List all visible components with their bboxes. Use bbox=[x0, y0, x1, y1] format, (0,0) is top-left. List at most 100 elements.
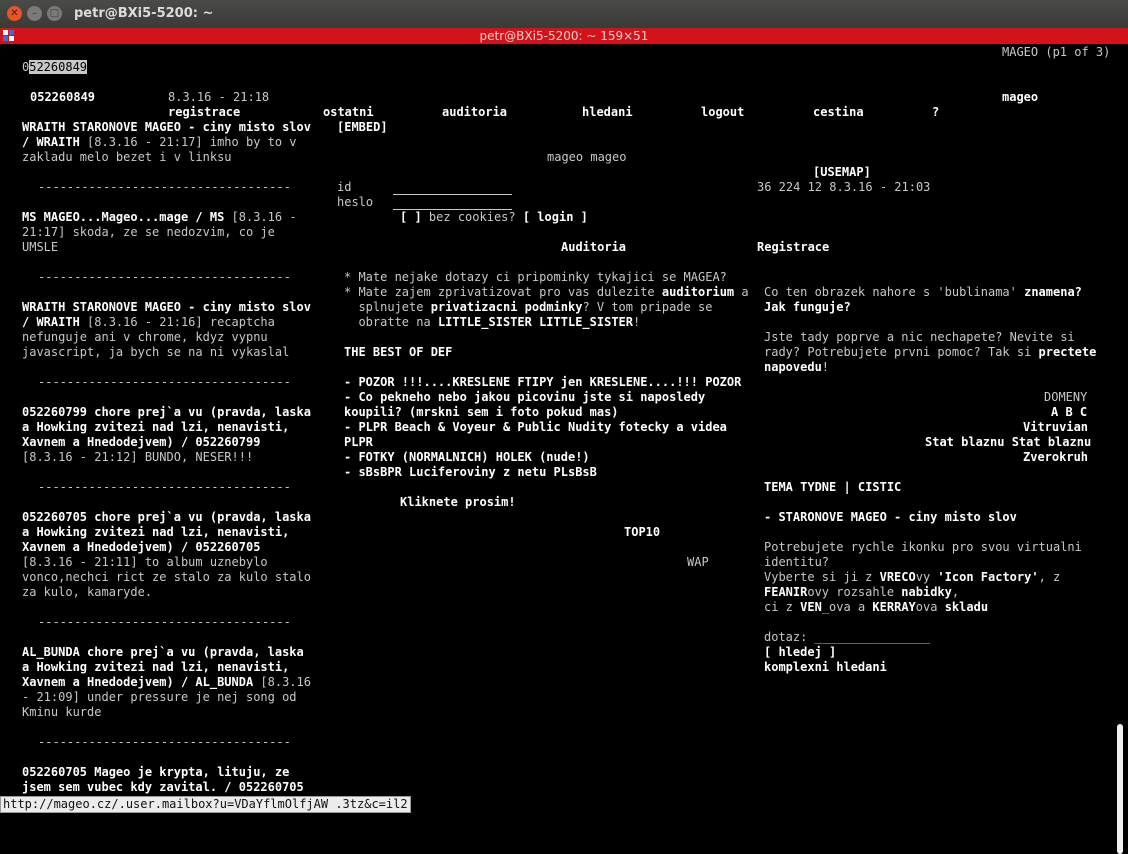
heslo-label: heslo bbox=[337, 195, 374, 209]
terminal-icon bbox=[3, 30, 15, 42]
kerray-link[interactable]: KERRAY bbox=[872, 600, 915, 614]
kliknete-link[interactable]: Kliknete prosim! bbox=[400, 495, 516, 510]
registrace-heading[interactable]: Registrace bbox=[757, 240, 829, 255]
embed-placeholder: [EMBED] bbox=[337, 120, 388, 134]
domain-stat-blaznu[interactable]: Stat blaznu Stat blaznu bbox=[925, 435, 1091, 450]
url-input[interactable]: 052260849 bbox=[22, 60, 88, 75]
post-1-text: [8.3.16 - 21:17] imho by to v bbox=[79, 135, 297, 149]
ven-link[interactable]: VEN bbox=[800, 600, 822, 614]
best-link-2b[interactable]: koupili? (mrskni sem i foto pokud mas) bbox=[344, 405, 619, 420]
header-datetime: 8.3.16 - 21:18 bbox=[168, 90, 270, 104]
status-bar-url: http://mageo.cz/.user.mailbox?u=VDaYflmO… bbox=[0, 796, 411, 813]
vreco-link[interactable]: VRECO bbox=[880, 570, 916, 584]
nav-cestina[interactable]: cestina bbox=[813, 105, 864, 120]
best-link-3[interactable]: - PLPR Beach & Voyeur & Public Nudity fo… bbox=[344, 420, 727, 435]
close-window-button[interactable]: ✕ bbox=[7, 6, 22, 21]
post-6-title[interactable]: AL_BUNDA chore prej`a vu (pravda, laska bbox=[22, 645, 304, 660]
post-1-author[interactable]: / WRAITH bbox=[22, 135, 80, 149]
scrollbar-thumb[interactable] bbox=[1117, 724, 1123, 854]
nabidky-link[interactable]: nabidky bbox=[901, 585, 952, 599]
id-field[interactable] bbox=[393, 180, 512, 195]
tema-tydne[interactable]: TEMA TYDNE | CISTIC bbox=[764, 480, 901, 495]
znamena-link[interactable]: znamena? bbox=[1024, 285, 1082, 299]
post-1-title[interactable]: WRAITH STARONOVE MAGEO - ciny misto slov bbox=[22, 120, 311, 135]
nav-auditoria[interactable]: auditoria bbox=[442, 105, 507, 120]
post-7-title-2[interactable]: jsem sem vubec kdy zavital. / 052260705 bbox=[22, 780, 304, 795]
feanir-link[interactable]: FEANIR bbox=[764, 585, 807, 599]
post-2-line2: 21:17] skoda, ze se nedozvim, co je bbox=[22, 225, 275, 239]
post-4-title-2[interactable]: a Howking zvitezi nad lzi, nenavisti, bbox=[22, 420, 289, 435]
auditoria-heading[interactable]: Auditoria bbox=[561, 240, 626, 255]
best-link-3b[interactable]: PLPR bbox=[344, 435, 373, 450]
nav-ostatni[interactable]: ostatni bbox=[323, 105, 374, 120]
post-5-title-3[interactable]: Xavnem a Hnedodejvem) / 052260705 bbox=[22, 540, 260, 555]
skladu-link[interactable]: skladu bbox=[945, 600, 988, 614]
maximize-window-button[interactable]: □ bbox=[47, 6, 62, 21]
post-5-title[interactable]: 052260705 chore prej`a vu (pravda, laska bbox=[22, 510, 311, 525]
best-link-4[interactable]: - FOTKY (NORMALNICH) HOLEK (nude!) bbox=[344, 450, 590, 465]
post-2-title[interactable]: MS MAGEO...Mageo...mage / MS bbox=[22, 210, 224, 224]
icon-line-5: ci z VEN_ova a KERRAYova skladu bbox=[764, 600, 988, 615]
usemap-placeholder: [USEMAP] bbox=[813, 165, 871, 179]
post-6-title-3[interactable]: Xavnem a Hnedodejvem) / AL_BUNDA bbox=[22, 675, 253, 689]
icon-factory-link[interactable]: 'Icon Factory' bbox=[937, 570, 1038, 584]
help-text: Co ten obrazek nahore s 'bublinama' bbox=[764, 285, 1017, 299]
help-line-5: napovedu! bbox=[764, 360, 829, 375]
best-link-2[interactable]: - Co pekneho nebo jakou picovinu jste si… bbox=[344, 390, 705, 405]
auditorium-link[interactable]: auditorium bbox=[662, 285, 734, 299]
post-2-line3: UMSLE bbox=[22, 240, 59, 254]
jak-funguje-link[interactable]: Jak funguje? bbox=[764, 300, 851, 315]
cookies-label: bez cookies? bbox=[428, 210, 516, 224]
post-6-title-2[interactable]: a Howking zvitezi nad lzi, nenavisti, bbox=[22, 660, 289, 675]
nav-hledani[interactable]: hledani bbox=[582, 105, 633, 120]
little-sister-link[interactable]: LITTLE_SISTER LITTLE_SISTER bbox=[438, 315, 633, 329]
cookies-checkbox[interactable]: [ ] bbox=[400, 210, 422, 224]
password-field[interactable] bbox=[393, 195, 512, 210]
best-link-1[interactable]: - POZOR !!!....KRESLENE FTIPY jen KRESLE… bbox=[344, 375, 741, 390]
hledej-button[interactable]: [ hledej ] bbox=[764, 645, 836, 660]
window-title: petr@BXi5-5200: ~ bbox=[74, 6, 214, 21]
domain-abc[interactable]: A B C bbox=[1051, 405, 1087, 420]
wap-link[interactable]: WAP bbox=[687, 555, 709, 570]
domain-zverokruh[interactable]: Zverokruh bbox=[1023, 450, 1088, 465]
dotaz-row: dotaz: ________________ bbox=[764, 630, 930, 645]
komplexni-hledani-link[interactable]: komplexni hledani bbox=[764, 660, 887, 675]
prectete-link[interactable]: prectete bbox=[1039, 345, 1097, 359]
domain-vitruvian[interactable]: Vitruvian bbox=[1023, 420, 1088, 435]
separator: ----------------------------------- bbox=[38, 480, 291, 494]
post-4-title-3[interactable]: Xavnem a Hnedodejvem) / 052260799 bbox=[22, 435, 260, 450]
icon-text: ovy rozsahle bbox=[807, 585, 895, 599]
post-3-title[interactable]: WRAITH STARONOVE MAGEO - ciny misto slov bbox=[22, 300, 311, 315]
icon-text: _ova a bbox=[821, 600, 866, 614]
staronove-link[interactable]: - STARONOVE MAGEO - ciny misto slov bbox=[764, 510, 1017, 525]
post-3-line4: javascript, ja bych se na ni vykaslal bbox=[22, 345, 290, 359]
login-button[interactable]: [ login ] bbox=[523, 210, 588, 224]
user-id[interactable]: 052260849 bbox=[30, 90, 95, 105]
privatizacni-podminky-link[interactable]: privatizacni podminky bbox=[431, 300, 583, 314]
icon-text: ova bbox=[915, 600, 938, 614]
napovedu-link[interactable]: napovedu bbox=[764, 360, 822, 374]
faq-line-4: obratte na LITTLE_SISTER LITTLE_SISTER! bbox=[344, 315, 640, 330]
faq-text: obratte na bbox=[344, 315, 431, 329]
faq-text: ? V tom pripade se bbox=[582, 300, 713, 314]
site-name-link[interactable]: mageo bbox=[1002, 90, 1038, 105]
icon-text: , z bbox=[1038, 570, 1061, 584]
icon-line-4: FEANIRovy rozsahle nabidky, bbox=[764, 585, 959, 600]
window-titlebar: ✕ – □ petr@BXi5-5200: ~ bbox=[0, 0, 1128, 28]
scrollbar[interactable] bbox=[1114, 44, 1128, 854]
best-link-5[interactable]: - sBsBPR Luciferoviny z netu PLsBsB bbox=[344, 465, 597, 480]
post-5-title-2[interactable]: a Howking zvitezi nad lzi, nenavisti, bbox=[22, 525, 289, 540]
dotaz-input[interactable]: ________________ bbox=[815, 630, 931, 644]
post-3-author[interactable]: / WRAITH bbox=[22, 315, 80, 329]
post-6-line3: Xavnem a Hnedodejvem) / AL_BUNDA [8.3.16 bbox=[22, 675, 311, 690]
top10-link[interactable]: TOP10 bbox=[624, 525, 660, 540]
nav-logout[interactable]: logout bbox=[701, 105, 744, 120]
nav-help[interactable]: ? bbox=[932, 105, 939, 120]
post-1-line2: / WRAITH [8.3.16 - 21:17] imho by to v bbox=[22, 135, 297, 150]
faq-text: ! bbox=[633, 315, 641, 329]
nav-registrace[interactable]: registrace bbox=[168, 105, 240, 120]
post-4-title[interactable]: 052260799 chore prej`a vu (pravda, laska bbox=[22, 405, 311, 420]
help-line-1: Co ten obrazek nahore s 'bublinama' znam… bbox=[764, 285, 1082, 300]
minimize-window-button[interactable]: – bbox=[27, 6, 42, 21]
post-7-title[interactable]: 052260705 Mageo je krypta, lituju, ze bbox=[22, 765, 289, 780]
